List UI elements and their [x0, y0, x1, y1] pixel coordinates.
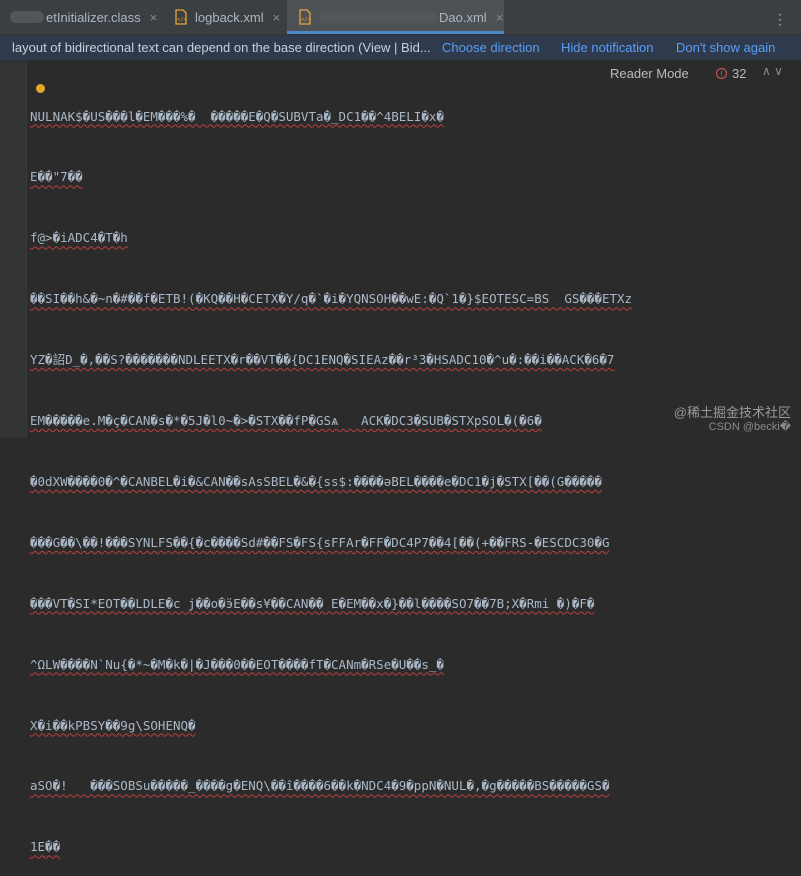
notification-banner: layout of bidirectional text can depend …	[0, 35, 801, 60]
code-line: aSO�! ���SOBSu�����_����g�ENQ\��î����6��…	[30, 778, 610, 794]
xml-file-icon: </>	[173, 9, 189, 25]
watermark: @稀土掘金技术社区 CSDN @becki�	[674, 406, 791, 434]
editor-tab-bar: etInitializer.class × </> logback.xml × …	[0, 0, 801, 35]
tab-label: Dao.xml	[439, 9, 487, 25]
code-text[interactable]: NULNAK$�US���l�EM���%� �����E�Q�SUBVTa�_…	[30, 66, 632, 876]
redacted-text	[319, 11, 437, 23]
code-editor[interactable]: NULNAK$�US���l�EM���%� �����E�Q�SUBVTa�_…	[0, 60, 801, 854]
close-icon[interactable]: ×	[273, 10, 281, 25]
tab-label: etInitializer.class	[46, 9, 141, 25]
code-line: ��SI��h&�~n�#��f�ETB!(�KQ��H�CETX�Y/q�`�…	[30, 291, 633, 307]
code-line: E��"7��	[30, 169, 83, 185]
code-line: X�i��kPBSY��9g\SOHENQ�	[30, 717, 196, 733]
code-line: f@>�iADC4�T�h	[30, 230, 128, 246]
code-line: ^ΩLW����N`Nu{�*~�M�k�|�J���0��EOT����fT�…	[30, 656, 444, 672]
code-line: EM�����e.M�ç�CAN�s�*�5J�l0~�>�STX��fP�GS…	[30, 413, 542, 429]
code-line: 1E��	[30, 839, 61, 855]
watermark-line-2: CSDN @becki�	[708, 421, 791, 433]
error-navigation-arrows[interactable]: ∧ ∨	[759, 64, 786, 78]
code-line: YZ�詔D_�,��S?�������NDLEETX�r��VT��{DC1EN…	[30, 352, 615, 368]
line-gutter[interactable]	[0, 60, 27, 438]
close-icon[interactable]: ×	[150, 10, 158, 25]
tab-list-menu-icon[interactable]: ⋮	[773, 11, 787, 28]
tab-logback-xml[interactable]: </> logback.xml ×	[163, 0, 287, 34]
watermark-line-1: @稀土掘金技术社区	[673, 405, 791, 420]
tab-dao-xml[interactable]: </> Dao.xml ×	[287, 0, 504, 34]
error-count: 32	[732, 66, 747, 81]
xml-file-icon: </>	[297, 9, 313, 25]
tab-initializer-class[interactable]: etInitializer.class ×	[0, 0, 163, 34]
hide-notification-link[interactable]: Hide notification	[561, 40, 654, 55]
code-line: NULNAK$�US���l�EM���%� �����E�Q�SUBVTa�_…	[30, 108, 444, 124]
svg-text:</>: </>	[177, 17, 188, 23]
code-line: ���VT�SI*EOT��LDLE�c j��o�ӭE��s¥��CAN�� …	[30, 595, 595, 611]
close-icon[interactable]: ×	[496, 10, 504, 25]
tab-label: logback.xml	[195, 9, 264, 25]
dont-show-again-link[interactable]: Don't show again	[676, 40, 775, 55]
redacted-text	[10, 11, 44, 23]
error-count-indicator[interactable]: ! 32	[712, 66, 747, 81]
svg-text:</>: </>	[301, 17, 312, 23]
reader-mode-toggle[interactable]: Reader Mode	[604, 66, 695, 81]
banner-message: layout of bidirectional text can depend …	[12, 40, 431, 55]
intention-bulb-icon[interactable]	[36, 84, 45, 93]
choose-direction-link[interactable]: Choose direction	[442, 40, 540, 55]
code-line: ���G��\��!���SYNLFS��{�c����Sd#��FS�FS{s…	[30, 534, 610, 550]
error-icon: !	[716, 68, 727, 79]
code-line: �0dXW����0�^�CANBEL�i�&CAN��sAsSBEL�&�{s…	[30, 473, 602, 489]
